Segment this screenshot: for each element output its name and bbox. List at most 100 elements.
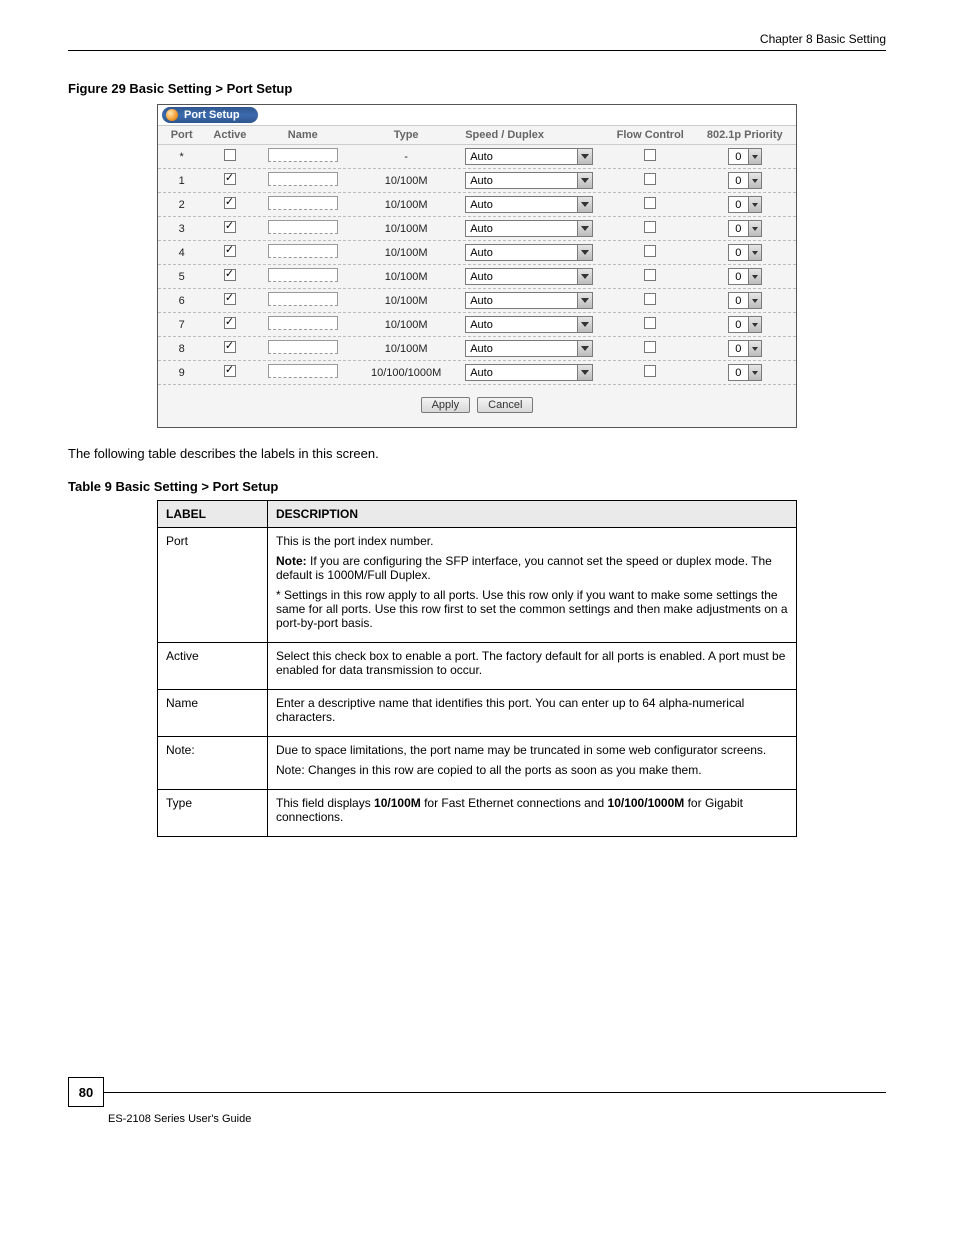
flow-control-checkbox[interactable] <box>644 317 656 329</box>
speed-duplex-select[interactable]: Auto <box>465 220 593 237</box>
dtbl-head-desc: DESCRIPTION <box>268 501 797 528</box>
port-index: 5 <box>162 271 201 283</box>
chevron-down-icon <box>577 341 592 356</box>
table-row: ActiveSelect this check box to enable a … <box>158 643 797 690</box>
name-input[interactable] <box>268 292 338 306</box>
priority-select[interactable]: 0 <box>728 244 762 261</box>
col-head-priority: 802.1p Priority <box>698 129 793 141</box>
name-input[interactable] <box>268 220 338 234</box>
chevron-down-icon <box>748 197 761 212</box>
chevron-down-icon <box>748 173 761 188</box>
lead-text: The following table describes the labels… <box>68 446 886 461</box>
priority-select[interactable]: 0 <box>728 316 762 333</box>
name-input[interactable] <box>268 244 338 258</box>
speed-duplex-select[interactable]: Auto <box>465 268 593 285</box>
name-input[interactable] <box>268 340 338 354</box>
active-checkbox[interactable] <box>224 341 236 353</box>
active-checkbox[interactable] <box>224 149 236 161</box>
port-index: 4 <box>162 247 201 259</box>
footer-rule <box>104 1092 886 1093</box>
col-head-active: Active <box>201 129 258 141</box>
priority-select[interactable]: 0 <box>728 340 762 357</box>
flow-control-checkbox[interactable] <box>644 221 656 233</box>
header-rule <box>68 50 886 51</box>
page-number: 80 <box>68 1077 104 1107</box>
type-value: - <box>347 151 465 163</box>
type-value: 10/100/1000M <box>347 367 465 379</box>
flow-control-checkbox[interactable] <box>644 269 656 281</box>
speed-duplex-select[interactable]: Auto <box>465 292 593 309</box>
active-checkbox[interactable] <box>224 245 236 257</box>
speed-duplex-select[interactable]: Auto <box>465 340 593 357</box>
speed-duplex-select[interactable]: Auto <box>465 364 593 381</box>
active-checkbox[interactable] <box>224 317 236 329</box>
chevron-down-icon <box>748 149 761 164</box>
dtbl-head-label: LABEL <box>158 501 268 528</box>
priority-select[interactable]: 0 <box>728 364 762 381</box>
apply-button[interactable]: Apply <box>421 397 471 413</box>
name-input[interactable] <box>268 364 338 378</box>
dtbl-desc: This field displays 10/100M for Fast Eth… <box>268 790 797 837</box>
cancel-button[interactable]: Cancel <box>477 397 533 413</box>
flow-control-checkbox[interactable] <box>644 365 656 377</box>
chevron-down-icon <box>577 149 592 164</box>
type-value: 10/100M <box>347 175 465 187</box>
chevron-down-icon <box>748 365 761 380</box>
port-index: 9 <box>162 367 201 379</box>
chevron-down-icon <box>577 293 592 308</box>
table-row: *-Auto0 <box>158 145 796 169</box>
name-input[interactable] <box>268 316 338 330</box>
name-input[interactable] <box>268 172 338 186</box>
speed-duplex-select[interactable]: Auto <box>465 196 593 213</box>
port-setup-table: Port Active Name Type Speed / Duplex Flo… <box>158 126 796 385</box>
type-value: 10/100M <box>347 343 465 355</box>
speed-duplex-select[interactable]: Auto <box>465 148 593 165</box>
priority-select[interactable]: 0 <box>728 196 762 213</box>
table-row: 810/100MAuto0 <box>158 337 796 361</box>
speed-duplex-select[interactable]: Auto <box>465 316 593 333</box>
flow-control-checkbox[interactable] <box>644 245 656 257</box>
priority-select[interactable]: 0 <box>728 292 762 309</box>
active-checkbox[interactable] <box>224 365 236 377</box>
table-row: 610/100MAuto0 <box>158 289 796 313</box>
chevron-down-icon <box>748 317 761 332</box>
chevron-down-icon <box>748 245 761 260</box>
col-head-port: Port <box>162 129 201 141</box>
table-row: 510/100MAuto0 <box>158 265 796 289</box>
chevron-down-icon <box>577 365 592 380</box>
priority-select[interactable]: 0 <box>728 148 762 165</box>
port-setup-screenshot: Port Setup Port Active Name Type Speed /… <box>157 104 797 428</box>
name-input[interactable] <box>268 196 338 210</box>
active-checkbox[interactable] <box>224 293 236 305</box>
table-caption: Table 9 Basic Setting > Port Setup <box>68 479 886 494</box>
speed-duplex-select[interactable]: Auto <box>465 244 593 261</box>
priority-select[interactable]: 0 <box>728 220 762 237</box>
name-input[interactable] <box>268 148 338 162</box>
priority-select[interactable]: 0 <box>728 172 762 189</box>
name-input[interactable] <box>268 268 338 282</box>
type-value: 10/100M <box>347 223 465 235</box>
active-checkbox[interactable] <box>224 269 236 281</box>
flow-control-checkbox[interactable] <box>644 341 656 353</box>
dtbl-label: Note: <box>158 737 268 790</box>
port-index: 2 <box>162 199 201 211</box>
active-checkbox[interactable] <box>224 197 236 209</box>
type-value: 10/100M <box>347 319 465 331</box>
type-value: 10/100M <box>347 199 465 211</box>
flow-control-checkbox[interactable] <box>644 173 656 185</box>
dtbl-label: Name <box>158 690 268 737</box>
active-checkbox[interactable] <box>224 221 236 233</box>
panel-title: Port Setup <box>162 107 258 123</box>
chevron-down-icon <box>748 341 761 356</box>
active-checkbox[interactable] <box>224 173 236 185</box>
figure-caption: Figure 29 Basic Setting > Port Setup <box>68 81 886 96</box>
footer-manual: ES-2108 Series User's Guide <box>68 1107 886 1125</box>
flow-control-checkbox[interactable] <box>644 197 656 209</box>
dtbl-desc: Due to space limitations, the port name … <box>268 737 797 790</box>
flow-control-checkbox[interactable] <box>644 293 656 305</box>
priority-select[interactable]: 0 <box>728 268 762 285</box>
chevron-down-icon <box>748 221 761 236</box>
speed-duplex-select[interactable]: Auto <box>465 172 593 189</box>
flow-control-checkbox[interactable] <box>644 149 656 161</box>
description-table: LABEL DESCRIPTION PortThis is the port i… <box>157 500 797 837</box>
